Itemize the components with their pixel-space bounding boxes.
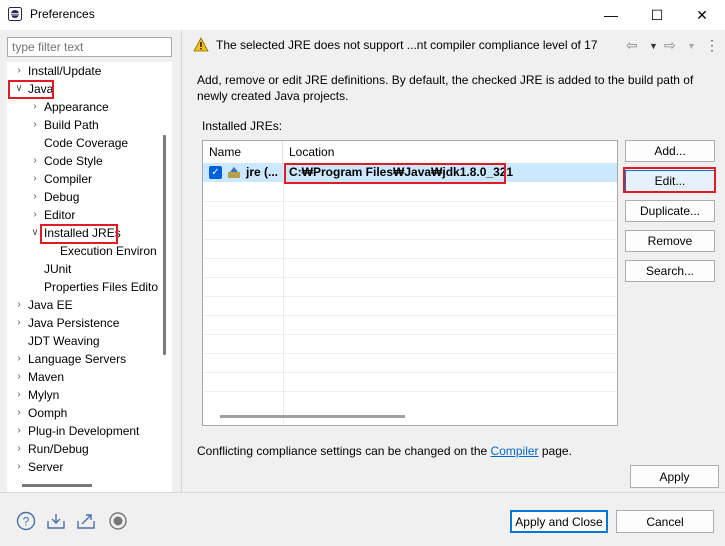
tree-horizontal-scrollbar[interactable] bbox=[22, 484, 92, 487]
tree-label: Code Coverage bbox=[44, 136, 129, 150]
compiler-page-link[interactable]: Compiler bbox=[491, 444, 539, 458]
maximize-icon: ☐ bbox=[650, 6, 664, 23]
duplicate-button[interactable]: Duplicate... bbox=[625, 200, 715, 222]
grid-line bbox=[203, 353, 617, 354]
search-button[interactable]: Search... bbox=[625, 260, 715, 282]
remove-button[interactable]: Remove bbox=[625, 230, 715, 252]
tree-label: JDT Weaving bbox=[28, 334, 100, 348]
chevron-right-icon[interactable]: › bbox=[29, 188, 41, 206]
chevron-right-icon[interactable]: › bbox=[13, 404, 25, 422]
grid-line bbox=[203, 296, 617, 297]
tree-label: Code Style bbox=[44, 154, 103, 168]
minimize-icon: — bbox=[604, 7, 618, 23]
tree-label: Plug-in Development bbox=[28, 424, 140, 438]
tree-label: Editor bbox=[44, 208, 76, 222]
chevron-right-icon[interactable]: › bbox=[13, 350, 25, 368]
pane-divider[interactable] bbox=[181, 30, 182, 492]
chevron-right-icon[interactable]: › bbox=[13, 62, 25, 80]
tree-label: Maven bbox=[28, 370, 65, 384]
chevron-right-icon[interactable]: › bbox=[29, 116, 41, 134]
column-separator bbox=[283, 163, 284, 425]
grid-line bbox=[203, 334, 617, 335]
tree-label: Java Persistence bbox=[28, 316, 120, 330]
tree-label: Language Servers bbox=[28, 352, 127, 366]
view-menu-icon[interactable]: ⋮ bbox=[705, 37, 719, 54]
chevron-right-icon[interactable]: › bbox=[13, 458, 25, 476]
export-icon[interactable] bbox=[76, 511, 96, 531]
tree-label: JUnit bbox=[44, 262, 72, 276]
close-icon: ✕ bbox=[696, 6, 708, 23]
add-button[interactable]: Add... bbox=[625, 140, 715, 162]
chevron-right-icon[interactable]: › bbox=[13, 440, 25, 458]
grid-line bbox=[203, 220, 617, 221]
jre-name-cell: jre (... bbox=[246, 165, 279, 179]
chevron-right-icon[interactable]: › bbox=[29, 98, 41, 116]
highlight-box-edit bbox=[623, 167, 716, 193]
tree-label: Debug bbox=[44, 190, 80, 204]
chevron-right-icon[interactable]: › bbox=[13, 386, 25, 404]
maximize-button[interactable]: ☐ bbox=[634, 0, 680, 30]
chevron-right-icon[interactable]: › bbox=[13, 296, 25, 314]
apply-and-close-button[interactable]: Apply and Close bbox=[510, 510, 608, 533]
chevron-right-icon[interactable]: › bbox=[13, 422, 25, 440]
chevron-right-icon[interactable]: › bbox=[29, 170, 41, 188]
forward-dropdown-icon[interactable]: ▼ bbox=[687, 41, 696, 51]
warning-icon bbox=[193, 37, 209, 52]
grid-line bbox=[203, 391, 617, 392]
cancel-button[interactable]: Cancel bbox=[616, 510, 714, 533]
tree-label: Mylyn bbox=[28, 388, 60, 402]
chevron-right-icon[interactable]: › bbox=[29, 152, 41, 170]
tree-label: Build Path bbox=[44, 118, 99, 132]
chevron-right-icon[interactable]: › bbox=[29, 206, 41, 224]
installed-jres-label: Installed JREs: bbox=[202, 119, 283, 133]
column-header-location[interactable]: Location bbox=[283, 141, 617, 163]
grid-line bbox=[203, 239, 617, 240]
column-header-name[interactable]: Name bbox=[203, 141, 283, 163]
tree-label: Appearance bbox=[44, 100, 109, 114]
forward-arrow-icon[interactable]: ⇨ bbox=[664, 37, 676, 54]
tree-label: Execution Environ bbox=[60, 244, 157, 258]
tree-label: Java EE bbox=[28, 298, 73, 312]
tree-label: Properties Files Edito bbox=[44, 280, 159, 294]
tree-label: Server bbox=[28, 460, 64, 474]
filter-input[interactable] bbox=[7, 37, 172, 57]
window-title: Preferences bbox=[30, 7, 95, 21]
apply-button[interactable]: Apply bbox=[630, 465, 719, 488]
chevron-right-icon[interactable]: › bbox=[13, 314, 25, 332]
highlight-box-location bbox=[284, 163, 506, 184]
preferences-tree: › Install/Update ∨ Java › Appearance › B… bbox=[7, 62, 172, 492]
page-description: Add, remove or edit JRE definitions. By … bbox=[197, 73, 694, 103]
eclipse-app-icon bbox=[8, 7, 22, 21]
table-horizontal-scrollbar[interactable] bbox=[220, 415, 405, 418]
record-icon[interactable] bbox=[108, 511, 128, 531]
close-button[interactable]: ✕ bbox=[679, 0, 725, 30]
grid-line bbox=[203, 315, 617, 316]
chevron-right-icon[interactable]: › bbox=[13, 368, 25, 386]
conflict-message: Conflicting compliance settings can be c… bbox=[197, 444, 572, 458]
tree-vertical-scrollbar[interactable] bbox=[163, 135, 166, 355]
grid-line bbox=[203, 277, 617, 278]
minimize-button[interactable]: — bbox=[588, 0, 634, 30]
conflict-text: Conflicting compliance settings can be c… bbox=[197, 444, 491, 458]
import-icon[interactable] bbox=[46, 511, 66, 531]
jre-library-icon bbox=[228, 167, 240, 178]
grid-line bbox=[203, 372, 617, 373]
help-icon[interactable]: ? bbox=[16, 511, 36, 531]
conflict-text-end: page. bbox=[538, 444, 572, 458]
back-arrow-icon[interactable]: ⇦ bbox=[626, 37, 638, 54]
jre-checkbox[interactable]: ✓ bbox=[209, 166, 222, 179]
highlight-box-java bbox=[8, 80, 54, 99]
tree-label: Run/Debug bbox=[28, 442, 89, 456]
title-bar: Preferences — ☐ ✕ bbox=[0, 0, 725, 30]
tree-label: Install/Update bbox=[28, 64, 102, 78]
grid-line bbox=[203, 258, 617, 259]
warning-message: The selected JRE does not support ...nt … bbox=[216, 38, 598, 52]
footer-separator bbox=[0, 492, 725, 493]
grid-line bbox=[203, 201, 617, 202]
svg-text:?: ? bbox=[23, 515, 30, 529]
back-dropdown-icon[interactable]: ▼ bbox=[649, 41, 658, 51]
tree-label: Oomph bbox=[28, 406, 68, 420]
tree-label: Compiler bbox=[44, 172, 93, 186]
highlight-box-installed-jres bbox=[40, 224, 118, 244]
